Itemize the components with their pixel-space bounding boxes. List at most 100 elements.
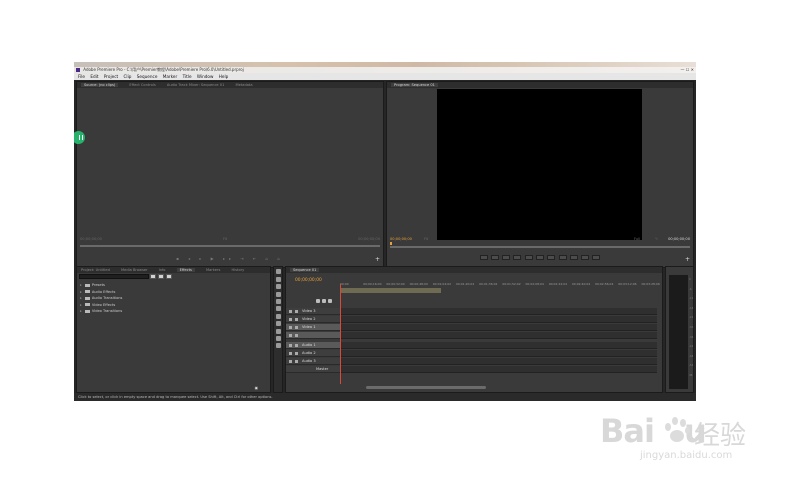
extract-button[interactable]	[581, 254, 590, 260]
rolling-edit-tool-icon[interactable]	[275, 291, 281, 297]
accelerated-effects-icon[interactable]	[150, 274, 156, 279]
program-playhead-marker[interactable]	[390, 242, 392, 245]
program-fit-dropdown[interactable]: Fit	[424, 237, 428, 242]
new-bin-icon[interactable]: ▣	[255, 386, 258, 390]
step-back-button[interactable]	[524, 254, 533, 260]
track-header[interactable]: Video 3	[286, 308, 340, 315]
program-add-button[interactable]: +	[685, 256, 690, 263]
mark-in-button[interactable]	[490, 254, 499, 260]
menu-title[interactable]: Title	[183, 74, 192, 79]
slip-tool-icon[interactable]	[275, 313, 281, 319]
selection-tool-icon[interactable]	[275, 269, 281, 275]
speaker-icon[interactable]	[289, 360, 292, 363]
work-area-bar[interactable]	[340, 288, 441, 293]
source-transport-controls[interactable]: ▪ ◂ ▸ ▶ ▸▸ ⇥ ⇤ ⌂ ⌂	[77, 255, 383, 262]
tab-audio-track-mixer[interactable]: Audio Track Mixer: Sequence 01	[167, 83, 224, 87]
go-to-in-button[interactable]	[513, 254, 522, 260]
track-header[interactable]: Master	[286, 366, 340, 373]
lift-button[interactable]	[569, 254, 578, 260]
tab-history[interactable]: History	[231, 268, 244, 272]
tab-markers[interactable]: Markers	[206, 268, 220, 272]
go-to-out-button[interactable]	[558, 254, 567, 260]
ripple-edit-tool-icon[interactable]	[275, 284, 281, 290]
tab-effects[interactable]: Effects	[176, 268, 195, 272]
speaker-icon[interactable]	[289, 344, 292, 347]
pen-tool-icon[interactable]	[275, 328, 281, 334]
yuv-effects-icon[interactable]	[165, 274, 172, 279]
hand-tool-icon[interactable]	[275, 335, 281, 341]
tab-program[interactable]: Program: Sequence 01	[391, 83, 438, 87]
lock-icon[interactable]	[295, 344, 298, 347]
menu-edit[interactable]: Edit	[90, 74, 98, 79]
effects-search-input[interactable]	[79, 274, 149, 279]
razor-tool-icon[interactable]	[275, 306, 281, 312]
rate-stretch-tool-icon[interactable]	[275, 298, 281, 304]
track-header[interactable]: Audio 1	[286, 342, 340, 349]
program-scrub-bar[interactable]	[390, 246, 690, 248]
menu-clip[interactable]: Clip	[123, 74, 131, 79]
tab-metadata[interactable]: Metadata	[236, 83, 253, 87]
menu-sequence[interactable]: Sequence	[137, 74, 158, 79]
source-fit-dropdown[interactable]: Fit	[223, 237, 227, 242]
step-forward-button[interactable]	[547, 254, 556, 260]
timeline-horizontal-scrollbar[interactable]	[366, 386, 486, 389]
tab-info[interactable]: Info	[159, 268, 166, 272]
eye-icon[interactable]	[289, 310, 292, 313]
menu-window[interactable]: Window	[197, 74, 214, 79]
list-item[interactable]: ▸ Video Transitions	[80, 308, 268, 315]
track-lane[interactable]	[340, 324, 657, 331]
lock-icon[interactable]	[295, 326, 298, 329]
program-video-frame[interactable]	[437, 89, 642, 240]
track-lane[interactable]	[340, 358, 657, 365]
tab-source[interactable]: Source: (no clips)	[81, 83, 119, 87]
tab-project[interactable]: Project: Untitled	[81, 268, 110, 272]
display-style-icon[interactable]	[295, 334, 298, 337]
timeline-ruler[interactable]: 00;00 00;00;16;00 00;00;32;00 00;00;48;00 00…	[340, 281, 660, 287]
set-marker-icon[interactable]	[322, 299, 326, 303]
track-select-tool-icon[interactable]	[275, 276, 281, 282]
menu-marker[interactable]: Marker	[163, 74, 177, 79]
lock-icon[interactable]	[295, 310, 298, 313]
tab-media-browser[interactable]: Media Browser	[121, 268, 148, 272]
menu-help[interactable]: Help	[219, 74, 229, 79]
track-lane[interactable]	[340, 342, 657, 349]
source-add-button[interactable]: +	[375, 256, 380, 263]
track-header[interactable]: Audio 2	[286, 350, 340, 357]
keyframe-icon[interactable]	[289, 334, 292, 337]
source-scrub-bar[interactable]	[80, 245, 380, 247]
track-lane[interactable]	[340, 366, 657, 373]
wrench-icon[interactable]: ✎	[655, 237, 658, 242]
pause-handle-icon[interactable]	[74, 131, 85, 144]
eye-icon[interactable]	[289, 326, 292, 329]
tab-effect-controls[interactable]: Effect Controls	[129, 83, 155, 87]
track-lane[interactable]	[340, 308, 657, 315]
track-lane[interactable]	[340, 350, 657, 357]
track-lane[interactable]	[340, 332, 657, 339]
zoom-tool-icon[interactable]	[275, 343, 281, 349]
mark-out-button[interactable]	[502, 254, 511, 260]
menu-project[interactable]: Project	[104, 74, 118, 79]
timeline-playhead[interactable]	[340, 284, 341, 384]
track-header[interactable]	[286, 332, 340, 339]
lock-icon[interactable]	[295, 352, 298, 355]
lock-icon[interactable]	[295, 360, 298, 363]
marker-button[interactable]	[479, 254, 488, 260]
linked-selection-icon[interactable]	[328, 299, 332, 303]
track-lane[interactable]	[340, 316, 657, 323]
export-frame-button[interactable]	[592, 254, 601, 260]
timeline-timecode[interactable]: 00;00;00;00	[295, 278, 322, 283]
program-resolution-dropdown[interactable]: Full	[634, 237, 640, 242]
slide-tool-icon[interactable]	[275, 321, 281, 327]
lock-icon[interactable]	[295, 318, 298, 321]
program-timecode-left[interactable]: 00;00;00;00	[390, 237, 412, 242]
32-bit-effects-icon[interactable]	[157, 274, 164, 279]
track-header[interactable]: Video 1	[286, 324, 340, 331]
menu-file[interactable]: File	[78, 74, 85, 79]
snap-icon[interactable]	[316, 299, 320, 303]
tab-sequence-01[interactable]: Sequence 01	[290, 268, 320, 272]
eye-icon[interactable]	[289, 318, 292, 321]
track-header[interactable]: Audio 3	[286, 358, 340, 365]
track-header[interactable]: Video 2	[286, 316, 340, 323]
speaker-icon[interactable]	[289, 352, 292, 355]
play-button[interactable]	[536, 254, 544, 260]
